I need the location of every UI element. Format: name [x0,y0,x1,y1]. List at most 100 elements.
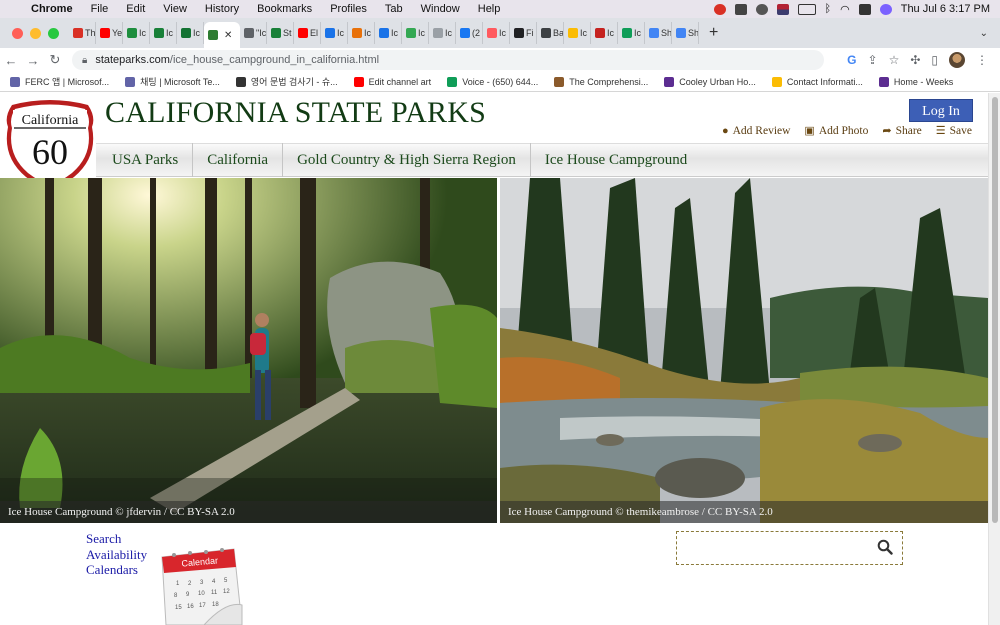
browser-tab[interactable]: El [294,22,321,44]
menu-tab[interactable]: Tab [376,3,412,15]
browser-tab[interactable]: Ic [375,22,402,44]
menu-app-name[interactable]: Chrome [22,3,82,15]
tab-search-chevron-icon[interactable]: ⌄ [980,28,1000,39]
search-link-line-1[interactable]: Search [86,531,147,547]
calendar-image[interactable]: Calendar 12345 8 9 10 11 12 15 16 17 18 [156,541,248,625]
browser-tab[interactable]: Th [69,22,96,44]
browser-tab[interactable]: "Ic [240,22,267,44]
browser-tab[interactable]: Sh [645,22,672,44]
menu-file[interactable]: File [82,3,118,15]
browser-tab-active[interactable]: ✕ [204,22,240,48]
notification-icon[interactable] [713,3,726,15]
browser-tab[interactable]: Ic [321,22,348,44]
search-link-line-3[interactable]: Calendars [86,562,147,578]
bookmark-item[interactable]: Edit channel art [353,76,431,87]
new-tab-button[interactable]: + [699,24,728,42]
close-window-button[interactable] [12,27,23,39]
browser-tab[interactable]: (2 [456,22,483,44]
mail-icon[interactable] [734,3,747,15]
page-scrollbar[interactable] [988,93,1000,625]
breadcrumb-region[interactable]: Gold Country & High Sierra Region [283,143,531,177]
tab-title: "Ic [256,28,267,38]
battery-icon[interactable] [797,3,816,15]
clock[interactable]: Thu Jul 6 3:17 PM [901,3,990,15]
forward-button[interactable]: → [22,53,44,68]
browser-tab[interactable]: Sh [672,22,699,44]
breadcrumb-campground[interactable]: Ice House Campground [531,143,701,177]
reload-button[interactable]: ↻ [44,52,66,68]
profile-avatar[interactable] [949,52,965,68]
browser-tab[interactable]: Ic [348,22,375,44]
menu-view[interactable]: View [154,3,196,15]
menu-history[interactable]: History [196,3,248,15]
scrollbar-thumb[interactable] [992,97,998,523]
bookmark-item[interactable]: 채팅 | Microsoft Te... [125,75,220,88]
address-bar[interactable]: 🔒︎ stateparks.com/ice_house_campground_i… [72,50,824,70]
menu-help[interactable]: Help [469,3,510,15]
browser-tab[interactable]: Ic [429,22,456,44]
wifi-icon[interactable]: ◠ [840,3,850,16]
tab-favicon-icon [649,28,659,38]
bookmark-label: 채팅 | Microsoft Te... [140,77,220,87]
add-photo-link[interactable]: ▣ Add Photo [804,124,868,138]
back-button[interactable]: ← [0,53,22,68]
bookmark-star-icon[interactable]: ☆ [889,53,900,67]
browser-tab[interactable]: Ic [564,22,591,44]
menu-window[interactable]: Window [412,3,469,15]
bookmark-item[interactable]: The Comprehensi... [554,76,648,87]
browser-tab[interactable]: Ye [96,22,123,44]
bookmark-item[interactable]: Cooley Urban Ho... [664,76,756,87]
google-lens-icon[interactable]: G [847,53,856,67]
menu-profiles[interactable]: Profiles [321,3,376,15]
browser-tab[interactable]: Ic [150,22,177,44]
add-review-link[interactable]: ● Add Review [722,124,790,137]
bookmark-item[interactable]: 영어 문법 검사기 - 슈... [235,75,338,88]
close-tab-icon[interactable]: ✕ [224,30,232,41]
svg-text:11: 11 [211,590,218,596]
extensions-icon[interactable]: ✣ [910,53,920,67]
availability-calendars-link[interactable]: Search Availability Calendars [86,531,147,578]
us-flag-icon[interactable] [776,3,789,15]
menu-edit[interactable]: Edit [117,3,154,15]
browser-tab[interactable]: Ic [483,22,510,44]
bookmark-item[interactable]: Contact Informati... [771,76,863,87]
login-button[interactable]: Log In [909,99,973,122]
search-icon[interactable] [877,539,893,555]
bookmark-item[interactable]: Home - Weeks [878,76,954,87]
app-status-icon[interactable] [755,3,768,15]
breadcrumb-usa-parks[interactable]: USA Parks [96,143,194,177]
browser-tab[interactable]: Ic [123,22,150,44]
bluetooth-icon[interactable]: ᛒ [825,3,832,15]
minimize-window-button[interactable] [30,27,41,39]
browser-tab[interactable]: Ic [618,22,645,44]
save-link[interactable]: ☰ Save [936,124,972,138]
browser-tab[interactable]: Ba [537,22,564,44]
side-panel-icon[interactable]: ▯ [931,53,938,67]
bookmark-item[interactable]: FERC 앱 | Microsof... [10,75,109,88]
campground-photo-1[interactable]: Ice House Campground © jfdervin / CC BY-… [0,178,497,523]
campground-photo-2[interactable]: Ice House Campground © themikeambrose / … [500,178,988,523]
site-search-input[interactable] [677,532,867,564]
browser-tab[interactable]: Fi [510,22,537,44]
zoom-window-button[interactable] [48,27,59,39]
share-page-icon[interactable]: ⇪ [868,53,878,67]
browser-tab[interactable]: Ic [402,22,429,44]
search-link-line-2[interactable]: Availability [86,547,147,563]
photo-1-caption: Ice House Campground © jfdervin / CC BY-… [0,501,497,523]
bookmark-item[interactable]: Voice - (650) 644... [447,76,538,87]
menu-bookmarks[interactable]: Bookmarks [248,3,321,15]
siri-icon[interactable] [879,3,892,15]
browser-tab[interactable]: St [267,22,294,44]
browser-tab[interactable]: Ic [177,22,204,44]
share-link[interactable]: ➦ Share [882,124,921,138]
control-center-icon[interactable] [858,3,871,15]
breadcrumb-california[interactable]: California [193,143,284,177]
tab-favicon-icon [325,28,335,38]
bookmark-favicon-icon [447,76,458,87]
bookmark-label: Home - Weeks [893,76,954,87]
browser-tab[interactable]: Ic [591,22,618,44]
bookmark-favicon-icon [10,76,20,87]
lock-icon[interactable]: 🔒︎ [82,55,87,66]
browser-menu-icon[interactable]: ⋮ [976,53,988,67]
site-title[interactable]: CALIFORNIA STATE PARKS [105,96,486,130]
